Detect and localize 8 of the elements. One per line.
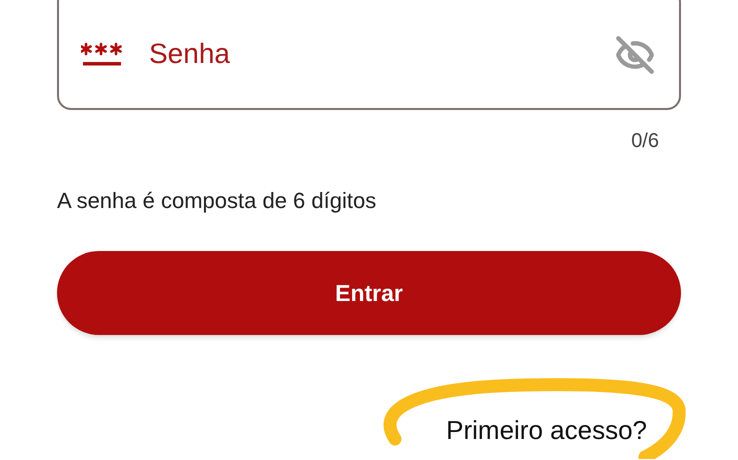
password-label: Senha [149,37,230,71]
password-field[interactable]: Senha [57,0,681,110]
eye-off-icon[interactable] [615,35,655,75]
character-counter: 0/6 [631,129,659,154]
first-access-link[interactable]: Primeiro acesso? [446,411,647,450]
helper-text: A senha é composta de 6 dígitos [57,187,378,215]
password-icon [81,42,123,68]
login-button[interactable]: Entrar [57,251,681,335]
